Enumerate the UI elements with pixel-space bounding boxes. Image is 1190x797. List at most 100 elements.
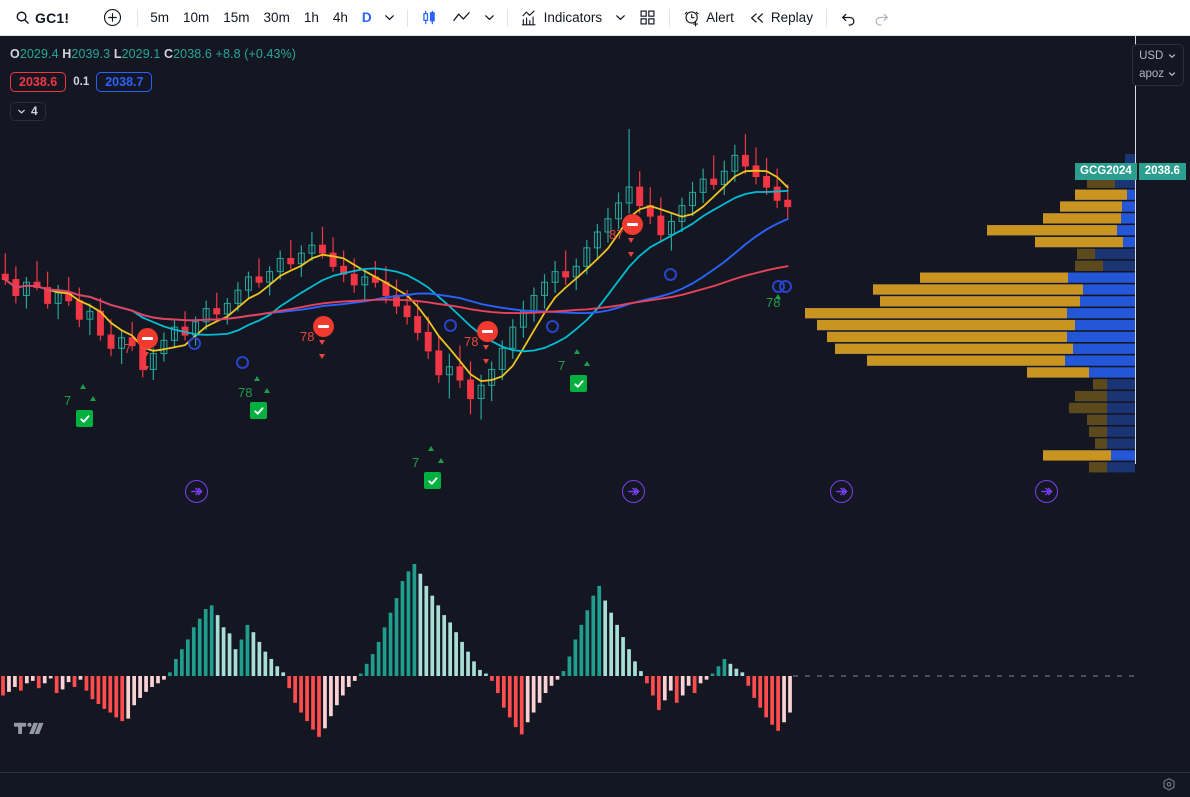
ohlc-row: O2029.4 H2039.3 L2029.1 C2038.6 +8.8 (+0… — [10, 47, 296, 61]
chevron-down-icon — [382, 10, 397, 25]
timeframe-1h[interactable]: 1h — [298, 5, 325, 31]
timeframe-30m[interactable]: 30m — [258, 5, 296, 31]
sell-signal-count: 78 — [300, 329, 315, 344]
chevron-down-icon — [613, 10, 628, 25]
sell-signal-count: 7 — [124, 341, 132, 356]
chart-legend: O2029.4 H2039.3 L2029.1 C2038.6 +8.8 (+0… — [10, 47, 296, 122]
chevron-down-icon — [1167, 69, 1177, 79]
buy-arrow-icon — [80, 384, 86, 389]
indicators-more-button[interactable] — [609, 4, 632, 32]
entry-circle-marker — [664, 268, 677, 281]
alert-label: Alert — [706, 10, 734, 25]
line-chart-icon — [452, 8, 471, 27]
tradingview-logo — [14, 719, 44, 743]
buy-arrow-icon — [438, 458, 444, 463]
macd-chart-svg — [1, 564, 1135, 737]
ask-price[interactable]: 2038.7 — [96, 72, 153, 92]
redo-arrow-icon — [872, 9, 890, 27]
replay-forward-marker[interactable] — [1035, 480, 1058, 503]
sell-arrow-icon — [628, 238, 634, 243]
indicators-label: Indicators — [543, 10, 603, 25]
indicators-icon — [521, 9, 539, 27]
sell-arrow-icon — [628, 252, 634, 257]
undo-button[interactable] — [833, 4, 865, 32]
chart-settings-button[interactable] — [1161, 777, 1177, 797]
chart-type-more-button[interactable] — [478, 4, 501, 32]
buy-arrow-icon — [264, 388, 270, 393]
alert-button[interactable]: Alert — [676, 4, 741, 32]
entry-circle-marker — [779, 280, 792, 293]
candlestick-chart-icon — [421, 9, 438, 26]
chevron-down-icon — [482, 10, 497, 25]
sell-signal-marker — [313, 316, 334, 337]
entry-circle-marker — [444, 319, 457, 332]
low-label: L — [113, 47, 122, 61]
toolbar-divider-3 — [506, 8, 508, 27]
toolbar-divider-4 — [669, 8, 671, 27]
buy-arrow-icon — [254, 376, 260, 381]
sell-signal-marker — [477, 321, 498, 342]
chevron-down-icon — [16, 106, 27, 117]
timeframe-5m[interactable]: 5m — [144, 5, 175, 31]
buy-signal-marker — [424, 472, 441, 489]
macd-pane[interactable] — [0, 476, 1140, 771]
chart-settings-icon — [1161, 777, 1177, 793]
chevron-down-icon — [1167, 51, 1177, 61]
depth-selector[interactable]: 4 — [10, 102, 46, 121]
timeframe-15m[interactable]: 15m — [217, 5, 255, 31]
buy-signal-marker — [76, 410, 93, 427]
timeframe-10m[interactable]: 10m — [177, 5, 215, 31]
close-value: 2038.6 — [173, 47, 212, 61]
timeframe-4h[interactable]: 4h — [327, 5, 354, 31]
chart-type-candles-button[interactable] — [414, 4, 445, 32]
symbol-search-button[interactable]: GC1! — [8, 4, 76, 32]
entry-circle-marker — [188, 337, 201, 350]
sell-arrow-icon — [483, 359, 489, 364]
buy-arrow-icon — [584, 361, 590, 366]
unit-selector[interactable]: apoz — [1133, 65, 1183, 83]
chart-type-line-button[interactable] — [445, 4, 478, 32]
add-symbol-button[interactable] — [96, 4, 129, 32]
buy-signal-marker — [570, 375, 587, 392]
replay-button[interactable]: Replay — [741, 4, 820, 32]
buy-arrow-icon — [90, 396, 96, 401]
replay-forward-marker[interactable] — [830, 480, 853, 503]
sell-arrow-icon — [319, 340, 325, 345]
sell-signal-marker — [137, 328, 158, 349]
buy-signal-count: 7 — [64, 393, 72, 408]
unit-label: apoz — [1139, 68, 1164, 80]
sell-arrow-icon — [143, 352, 149, 357]
timeframe-group: 5m 10m 15m 30m 1h 4h D — [144, 5, 377, 31]
open-value: 2029.4 — [19, 47, 59, 61]
timeframe-D[interactable]: D — [356, 5, 378, 31]
undo-arrow-icon — [840, 9, 858, 27]
currency-unit-box: USD apoz — [1132, 44, 1184, 86]
replay-forward-marker[interactable] — [622, 480, 645, 503]
price-axis[interactable] — [1140, 36, 1190, 771]
layout-button[interactable] — [632, 4, 663, 32]
timeframe-more-button[interactable] — [378, 4, 401, 32]
low-value: 2029.1 — [121, 47, 161, 61]
bid-ask-row: 2038.6 0.1 2038.7 — [10, 72, 296, 92]
currency-selector[interactable]: USD — [1133, 47, 1183, 65]
rewind-icon — [748, 9, 766, 27]
current-price-tag: GCG2024 2038.6 — [1075, 162, 1186, 180]
sell-arrow-icon — [319, 354, 325, 359]
redo-button[interactable] — [865, 4, 897, 32]
search-icon — [15, 10, 30, 25]
chart-canvas[interactable]: 7 7 78 78 78 7 87 7 78 O2029.4 H2039.3 L2029.1 C… — [0, 36, 1190, 771]
bid-price[interactable]: 2038.6 — [10, 72, 67, 92]
current-price-label: 2038.6 — [1138, 162, 1186, 180]
buy-arrow-icon — [574, 349, 580, 354]
entry-circle-marker — [236, 356, 249, 369]
sell-signal-count: 87 — [609, 227, 624, 242]
sell-signal-count: 78 — [464, 334, 479, 349]
replay-forward-marker[interactable] — [185, 480, 208, 503]
sell-signal-marker — [622, 214, 643, 235]
currency-label: USD — [1139, 50, 1164, 62]
indicators-button[interactable]: Indicators — [514, 4, 610, 32]
change-value: +8.8 (+0.43%) — [215, 47, 297, 61]
close-label: C — [163, 47, 174, 61]
buy-arrow-icon — [775, 294, 781, 299]
spread-value: 0.1 — [73, 76, 90, 88]
